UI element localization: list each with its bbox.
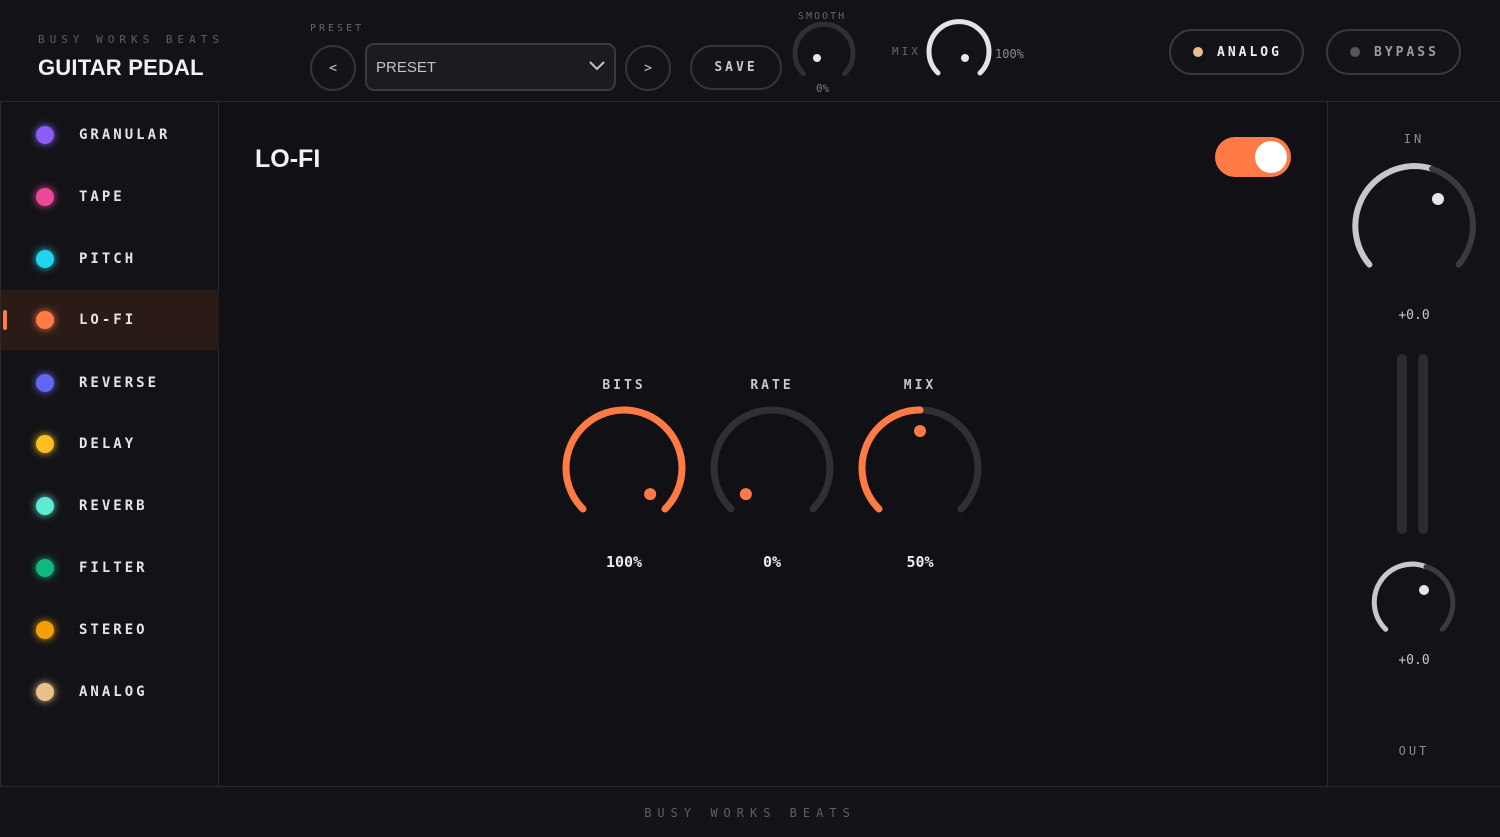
reverb-dot [36,497,54,515]
bypass-indicator-dot [1350,47,1360,57]
mix-value: 100% [995,47,1024,61]
bits-label: BITS [602,378,646,393]
delay-dot [36,435,54,453]
sidebar-item-analog[interactable]: ANALOG [1,662,219,722]
sidebar-item-label: PITCH [79,251,137,267]
rate-knob[interactable] [708,406,836,526]
mix-value: 50% [906,553,934,571]
input-gain-value: +0.0 [1398,308,1430,323]
sidebar-item-label: FILTER [79,560,148,576]
mix-knob[interactable] [856,406,984,526]
bypass-button[interactable]: BYPASS [1326,29,1461,75]
footer: BUSY WORKS BEATS [0,786,1500,837]
mix-label: MIX [903,378,937,393]
previous-preset-label: < [329,60,337,76]
output-label: OUT [1398,744,1430,758]
effects-sidebar: GRANULAR TAPE PITCH LO-FI REVERSE DELAY … [0,102,219,786]
analog-indicator-dot [1193,47,1203,57]
smooth-knob[interactable] [791,20,857,86]
previous-preset-button[interactable]: < [310,45,356,91]
sidebar-item-label: GRANULAR [79,127,171,143]
analog-button-label: ANALOG [1217,44,1282,60]
chevron-down-icon [589,61,605,71]
bits-value: 100% [605,553,643,571]
app-title: GUITAR PEDAL [38,55,204,80]
sidebar-item-lofi[interactable]: LO-FI [1,290,219,350]
pitch-dot [36,250,54,268]
stereo-dot [36,621,54,639]
sidebar-item-filter[interactable]: FILTER [1,538,219,598]
sidebar-item-label: LO-FI [79,312,137,328]
preset-select[interactable]: PRESET [365,43,616,91]
reverse-dot [36,374,54,392]
input-gain-knob[interactable] [1348,160,1480,280]
output-gain-value: +0.0 [1398,653,1430,668]
sidebar-item-reverb[interactable]: REVERB [1,476,219,536]
bypass-button-label: BYPASS [1374,44,1439,60]
effect-panel: LO-FI BITS 100% RATE 0% MIX 50% [219,102,1327,786]
smooth-value: 0% [816,82,830,95]
input-level-meter-right [1418,354,1428,534]
granular-dot [36,126,54,144]
footer-brand: BUSY WORKS BEATS [644,806,856,820]
sidebar-item-label: DELAY [79,436,137,452]
brand-subtitle: BUSY WORKS BEATS [38,33,224,46]
toggle-knob [1255,141,1287,173]
preset-label: PRESET [310,23,365,34]
save-button[interactable]: SAVE [690,45,782,90]
lofi-dot [36,311,54,329]
sidebar-item-label: ANALOG [79,684,148,700]
sidebar-item-label: REVERSE [79,375,160,391]
filter-dot [36,559,54,577]
effect-enable-toggle[interactable] [1215,137,1291,177]
effect-title: LO-FI [255,145,321,173]
mix-label: MIX [892,45,921,58]
mix-knob[interactable] [925,18,993,86]
analog-button[interactable]: ANALOG [1169,29,1304,75]
sidebar-item-pitch[interactable]: PITCH [1,229,219,289]
tape-dot [36,188,54,206]
sidebar-item-label: TAPE [79,189,125,205]
rate-label: RATE [750,378,794,393]
bits-knob[interactable] [560,406,688,526]
sidebar-item-tape[interactable]: TAPE [1,167,219,227]
sidebar-item-delay[interactable]: DELAY [1,414,219,474]
analog-dot [36,683,54,701]
preset-select-value: PRESET [376,58,437,76]
header: BUSY WORKS BEATS GUITAR PEDAL PRESET < P… [0,0,1500,102]
io-panel: IN +0.0 +0.0 OUT [1327,102,1500,786]
input-level-meter-left [1397,354,1407,534]
next-preset-label: > [644,60,652,76]
sidebar-item-label: REVERB [79,498,148,514]
next-preset-button[interactable]: > [625,45,671,91]
output-gain-knob[interactable] [1371,561,1457,637]
sidebar-item-granular[interactable]: GRANULAR [1,105,219,165]
rate-value: 0% [762,553,782,571]
sidebar-item-label: STEREO [79,622,148,638]
sidebar-item-reverse[interactable]: REVERSE [1,353,219,413]
sidebar-item-stereo[interactable]: STEREO [1,600,219,660]
input-label: IN [1403,132,1425,146]
